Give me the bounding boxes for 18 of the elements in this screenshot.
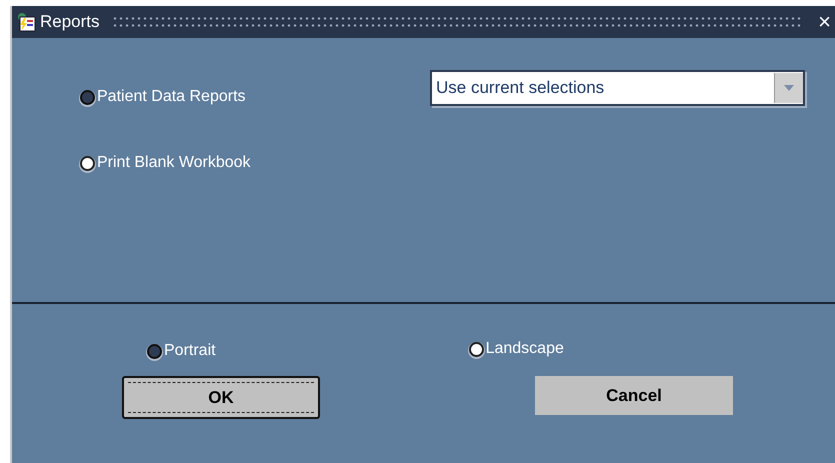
- radio-icon[interactable]: [147, 344, 162, 358]
- radio-option[interactable]: Print Blank Workbook: [80, 154, 430, 172]
- app-icon: [16, 12, 36, 32]
- radio-icon[interactable]: [80, 90, 95, 104]
- window-title: Reports: [40, 12, 100, 32]
- radio-label: Print Blank Workbook: [97, 154, 251, 172]
- radio-icon[interactable]: [468, 342, 484, 356]
- selection-dropdown[interactable]: Use current selections: [430, 70, 805, 106]
- radio-icon[interactable]: [80, 156, 95, 170]
- radio-label: Portrait: [164, 342, 216, 360]
- radio-label: Patient Data Reports: [97, 88, 246, 106]
- radio-option[interactable]: Landscape: [468, 338, 564, 360]
- radio-option[interactable]: Portrait: [147, 342, 216, 360]
- close-button[interactable]: ×: [814, 11, 835, 33]
- ok-button[interactable]: OK: [122, 376, 320, 419]
- cancel-button[interactable]: Cancel: [535, 376, 733, 415]
- radio-label: Landscape: [486, 340, 564, 358]
- radio-option[interactable]: Patient Data Reports: [80, 88, 430, 106]
